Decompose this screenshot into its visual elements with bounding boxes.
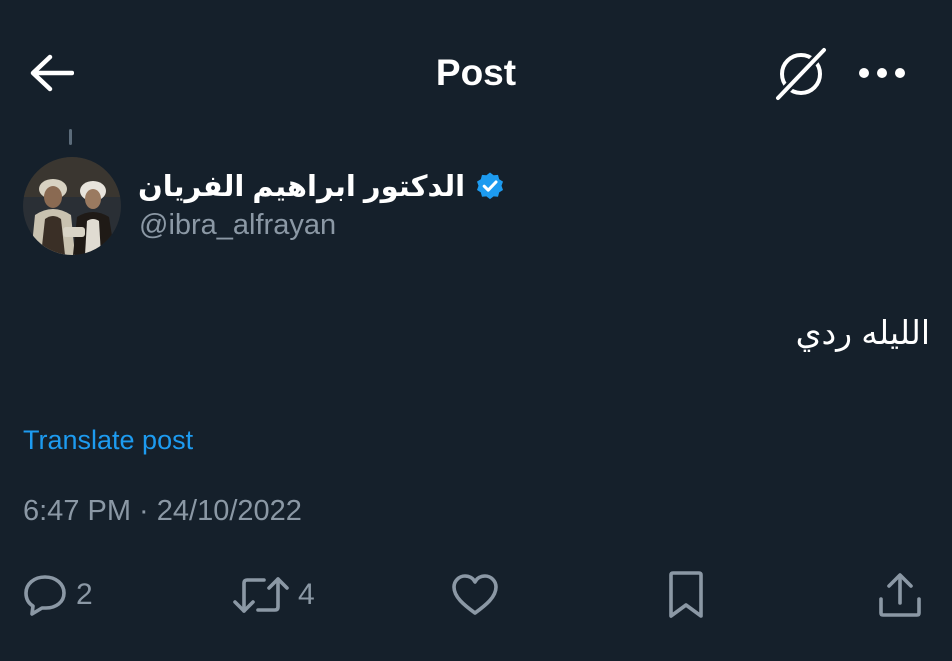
- more-horizontal-icon: [859, 68, 905, 78]
- post-screen: Post الدكتور ابراهيم الفريان @ibra_alfra…: [0, 0, 952, 661]
- author-display-name[interactable]: الدكتور ابراهيم الفريان: [138, 169, 465, 204]
- post-header: Post: [0, 0, 952, 140]
- reply-icon: [24, 575, 66, 616]
- back-button[interactable]: [22, 50, 80, 96]
- like-button[interactable]: [450, 570, 500, 620]
- share-icon: [879, 573, 921, 617]
- reply-button[interactable]: 2: [22, 570, 93, 620]
- translate-post-link[interactable]: Translate post: [23, 425, 193, 456]
- author-name-row[interactable]: الدكتور ابراهيم الفريان: [138, 164, 505, 208]
- avatar-photo: [23, 157, 121, 255]
- bookmark-button[interactable]: [666, 570, 706, 620]
- thread-connector-line: [69, 129, 72, 145]
- share-button[interactable]: [876, 570, 924, 620]
- arrow-left-icon: [30, 54, 74, 92]
- more-options-button[interactable]: [852, 52, 912, 94]
- post-actions-bar: 2 4: [0, 560, 952, 630]
- bookmark-icon: [669, 571, 703, 618]
- grok-icon: [773, 46, 829, 102]
- post-text: الليله ردي: [795, 314, 930, 351]
- page-title: Post: [435, 52, 517, 93]
- repost-count: 4: [298, 578, 315, 611]
- grok-button[interactable]: [768, 44, 834, 104]
- author-handle[interactable]: @ibra_alfrayan: [139, 209, 336, 242]
- repost-button[interactable]: 4: [232, 570, 315, 620]
- verified-badge-icon: [477, 172, 504, 200]
- post-timestamp[interactable]: 6:47 PM · 24/10/2022: [23, 495, 302, 528]
- reply-count: 2: [76, 578, 93, 611]
- heart-icon: [452, 574, 498, 615]
- avatar[interactable]: [23, 157, 121, 255]
- repost-icon: [233, 577, 289, 613]
